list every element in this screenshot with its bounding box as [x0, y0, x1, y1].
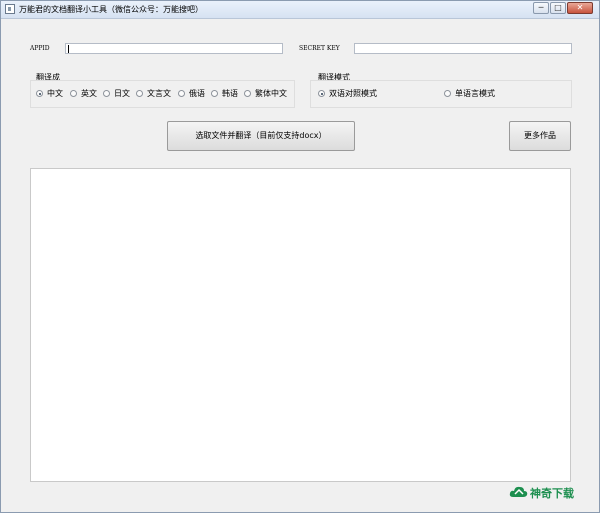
- radio-classical-chinese-label: 文言文: [147, 89, 171, 98]
- radio-korean-label: 韩语: [222, 89, 238, 98]
- radio-traditional-chinese-label: 繁体中文: [255, 89, 287, 98]
- output-textarea[interactable]: [30, 168, 571, 482]
- app-window: 万能君的文档翻译小工具（微信公众号：万能搜吧） ─ □ ✕ APPID SECR…: [0, 0, 600, 513]
- more-works-button[interactable]: 更多作品: [509, 121, 571, 151]
- title-bar: 万能君的文档翻译小工具（微信公众号：万能搜吧） ─ □ ✕: [1, 1, 599, 19]
- translate-mode-group: 双语对照模式 单语言模式: [310, 80, 572, 108]
- more-works-label: 更多作品: [524, 131, 556, 140]
- close-button[interactable]: ✕: [567, 2, 593, 14]
- radio-english-label: 英文: [81, 89, 97, 98]
- radio-japanese-dot: [103, 90, 110, 97]
- select-file-translate-button[interactable]: 选取文件并翻译（目前仅支持docx）: [167, 121, 355, 151]
- watermark: 神奇下载: [507, 482, 589, 500]
- radio-russian-label: 俄语: [189, 89, 205, 98]
- appid-label: APPID: [30, 45, 50, 52]
- window-title: 万能君的文档翻译小工具（微信公众号：万能搜吧）: [19, 5, 203, 14]
- watermark-text: 神奇下载: [530, 487, 574, 500]
- radio-chinese-label: 中文: [47, 89, 63, 98]
- radio-traditional-chinese-dot: [244, 90, 251, 97]
- appid-input[interactable]: [65, 43, 283, 54]
- radio-bilingual-mode-dot: [318, 90, 325, 97]
- translate-to-group: 中文 英文 日文 文言文 俄语 韩语 繁体中文: [30, 80, 295, 108]
- secret-key-input[interactable]: [354, 43, 572, 54]
- radio-english-dot: [70, 90, 77, 97]
- radio-korean-dot: [211, 90, 218, 97]
- minimize-button[interactable]: ─: [533, 2, 549, 14]
- cloud-logo-icon: [509, 486, 528, 497]
- text-caret: [68, 45, 69, 53]
- radio-single-language-mode-label: 单语言模式: [455, 89, 495, 98]
- secret-key-label: SECRET KEY: [299, 45, 340, 52]
- app-icon: [5, 4, 15, 14]
- radio-bilingual-mode-label: 双语对照模式: [329, 89, 377, 98]
- maximize-button[interactable]: □: [550, 2, 566, 14]
- radio-russian-dot: [178, 90, 185, 97]
- radio-single-language-mode-dot: [444, 90, 451, 97]
- radio-classical-chinese-dot: [136, 90, 143, 97]
- radio-chinese-dot: [36, 90, 43, 97]
- radio-japanese-label: 日文: [114, 89, 130, 98]
- select-file-translate-label: 选取文件并翻译（目前仅支持docx）: [195, 131, 327, 140]
